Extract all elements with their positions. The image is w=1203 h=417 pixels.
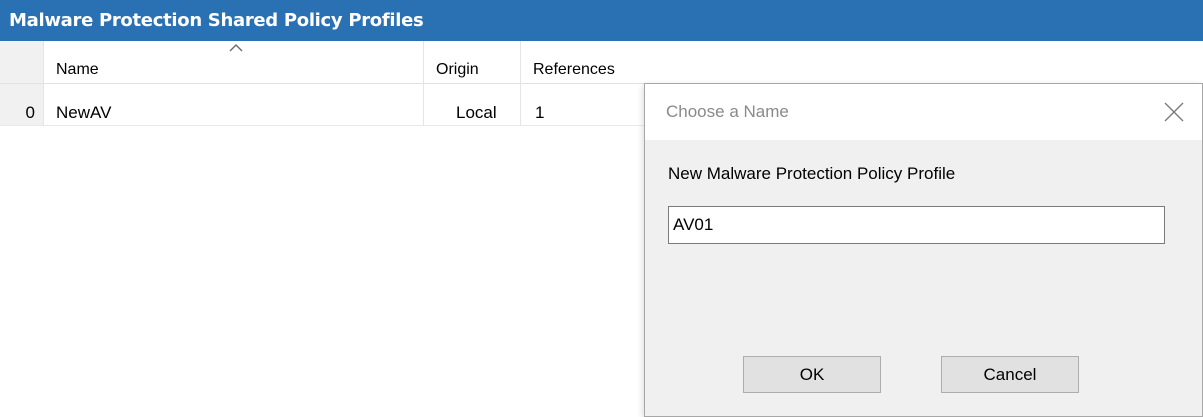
choose-name-dialog: Choose a Name New Malware Protection Pol… [644,83,1203,417]
dialog-title: Choose a Name [666,102,789,121]
cell-origin[interactable]: Local [424,84,521,125]
column-header-origin[interactable]: Origin [424,41,521,83]
row-header-corner[interactable] [0,41,44,83]
dialog-titlebar[interactable]: Choose a Name [645,84,1202,140]
column-header-references[interactable]: References [521,41,1203,83]
ok-button[interactable]: OK [743,356,881,393]
cell-name[interactable]: NewAV [44,84,424,125]
row-index[interactable]: 0 [0,84,44,125]
profile-name-label: New Malware Protection Policy Profile [668,164,956,183]
sort-ascending-icon [229,44,243,52]
cancel-button[interactable]: Cancel [941,356,1079,393]
close-button[interactable] [1152,90,1196,134]
grid-header: Name Origin References [0,41,1203,84]
close-icon [1164,102,1184,122]
profile-name-input[interactable] [668,206,1165,244]
panel-title: Malware Protection Shared Policy Profile… [0,0,1203,41]
